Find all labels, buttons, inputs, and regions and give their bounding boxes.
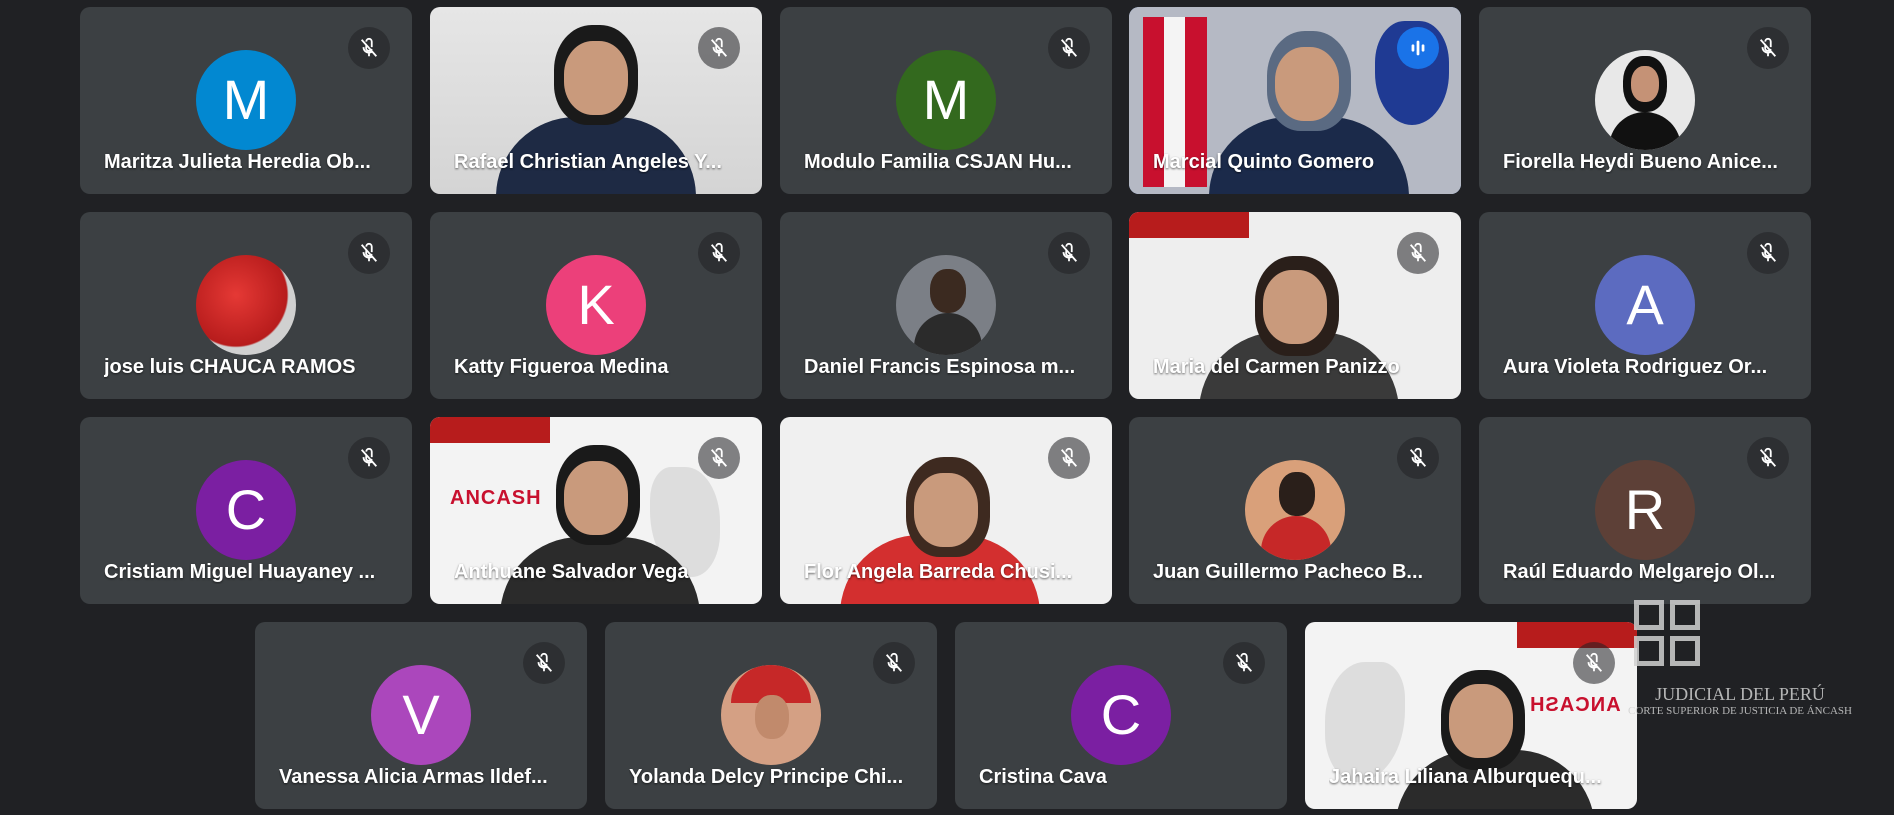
participant-tile[interactable]: Flor Angela Barreda Chusi... bbox=[780, 417, 1112, 604]
audio-level-icon bbox=[1397, 27, 1439, 69]
mic-off-icon bbox=[1397, 232, 1439, 274]
participant-name: Raúl Eduardo Melgarejo Ol... bbox=[1503, 561, 1776, 583]
mic-off-icon bbox=[1048, 437, 1090, 479]
participant-tile[interactable]: C Cristiam Miguel Huayaney ... bbox=[80, 417, 412, 604]
mic-off-icon bbox=[1747, 27, 1789, 69]
participant-tile-speaking[interactable]: Marcial Quinto Gomero bbox=[1129, 7, 1461, 194]
participant-name: Daniel Francis Espinosa m... bbox=[804, 356, 1076, 378]
mic-off-icon bbox=[698, 437, 740, 479]
participant-name: Aura Violeta Rodriguez Or... bbox=[1503, 356, 1768, 378]
mic-off-icon bbox=[523, 642, 565, 684]
participant-name: Maritza Julieta Heredia Ob... bbox=[104, 151, 371, 173]
avatar: C bbox=[1071, 665, 1171, 765]
avatar bbox=[721, 665, 821, 765]
mic-off-icon bbox=[348, 232, 390, 274]
participant-name: Flor Angela Barreda Chusi... bbox=[804, 561, 1073, 583]
participant-tile[interactable]: jose luis CHAUCA RAMOS bbox=[80, 212, 412, 399]
avatar: A bbox=[1595, 255, 1695, 355]
participant-tile[interactable]: V Vanessa Alicia Armas Ildef... bbox=[255, 622, 587, 809]
mic-off-icon bbox=[1573, 642, 1615, 684]
mic-off-icon bbox=[1048, 27, 1090, 69]
avatar: C bbox=[196, 460, 296, 560]
participant-tile[interactable]: A Aura Violeta Rodriguez Or... bbox=[1479, 212, 1811, 399]
mic-off-icon bbox=[1747, 232, 1789, 274]
participant-name: Maria del Carmen Panizzo bbox=[1153, 356, 1400, 378]
avatar bbox=[1245, 460, 1345, 560]
slide-text: ANCASH bbox=[1529, 694, 1621, 716]
participant-tile[interactable]: Yolanda Delcy Principe Chi... bbox=[605, 622, 937, 809]
participant-tile[interactable]: Juan Guillermo Pacheco B... bbox=[1129, 417, 1461, 604]
participant-tile[interactable]: C Cristina Cava bbox=[955, 622, 1287, 809]
avatar bbox=[196, 255, 296, 355]
participant-name: Jahaira Liliana Alburquequ... bbox=[1329, 766, 1602, 788]
avatar: R bbox=[1595, 460, 1695, 560]
participant-name: Cristiam Miguel Huayaney ... bbox=[104, 561, 376, 583]
map-shape bbox=[1325, 662, 1405, 782]
participant-tile[interactable]: Maria del Carmen Panizzo bbox=[1129, 212, 1461, 399]
participant-tile[interactable]: M Maritza Julieta Heredia Ob... bbox=[80, 7, 412, 194]
participant-tile[interactable]: Fiorella Heydi Bueno Anice... bbox=[1479, 7, 1811, 194]
participant-tile[interactable]: R Raúl Eduardo Melgarejo Ol... bbox=[1479, 417, 1811, 604]
participant-tile[interactable]: Daniel Francis Espinosa m... bbox=[780, 212, 1112, 399]
participant-name: Cristina Cava bbox=[979, 766, 1107, 788]
avatar: M bbox=[196, 50, 296, 150]
mic-off-icon bbox=[1397, 437, 1439, 479]
participant-name: Fiorella Heydi Bueno Anice... bbox=[1503, 151, 1778, 173]
participant-tile[interactable]: K Katty Figueroa Medina bbox=[430, 212, 762, 399]
watermark-subtitle: CORTE SUPERIOR DE JUSTICIA DE ÁNCASH bbox=[1628, 705, 1852, 717]
participant-tile[interactable]: Rafael Christian Angeles Y... bbox=[430, 7, 762, 194]
mic-off-icon bbox=[348, 437, 390, 479]
mic-off-icon bbox=[698, 27, 740, 69]
participant-tile[interactable]: ANCASH Jahaira Liliana Alburquequ... bbox=[1305, 622, 1637, 809]
court-watermark: JUDICIAL DEL PERÚ CORTE SUPERIOR DE JUST… bbox=[1628, 600, 1852, 730]
avatar: V bbox=[371, 665, 471, 765]
participant-name: Rafael Christian Angeles Y... bbox=[454, 151, 722, 173]
court-logo-icon bbox=[1634, 600, 1706, 670]
participant-name: Anthuane Salvador Vega bbox=[454, 561, 689, 583]
participant-name: Yolanda Delcy Principe Chi... bbox=[629, 766, 904, 788]
participant-name: Vanessa Alicia Armas Ildef... bbox=[279, 766, 548, 788]
avatar: M bbox=[896, 50, 996, 150]
slide-text: ANCASH bbox=[450, 487, 542, 509]
participant-name: Katty Figueroa Medina bbox=[454, 356, 669, 378]
mic-off-icon bbox=[1048, 232, 1090, 274]
avatar bbox=[896, 255, 996, 355]
participant-name: Marcial Quinto Gomero bbox=[1153, 151, 1375, 173]
mic-off-icon bbox=[1223, 642, 1265, 684]
mic-off-icon bbox=[348, 27, 390, 69]
participant-tile[interactable]: M Modulo Familia CSJAN Hu... bbox=[780, 7, 1112, 194]
participant-tile[interactable]: ANCASH Anthuane Salvador Vega bbox=[430, 417, 762, 604]
mic-off-icon bbox=[873, 642, 915, 684]
mic-off-icon bbox=[1747, 437, 1789, 479]
avatar: K bbox=[546, 255, 646, 355]
participant-name: Juan Guillermo Pacheco B... bbox=[1153, 561, 1424, 583]
avatar bbox=[1595, 50, 1695, 150]
watermark-title: JUDICIAL DEL PERÚ bbox=[1655, 684, 1825, 704]
participant-name: Modulo Familia CSJAN Hu... bbox=[804, 151, 1072, 173]
mic-off-icon bbox=[698, 232, 740, 274]
participant-name: jose luis CHAUCA RAMOS bbox=[104, 356, 356, 378]
